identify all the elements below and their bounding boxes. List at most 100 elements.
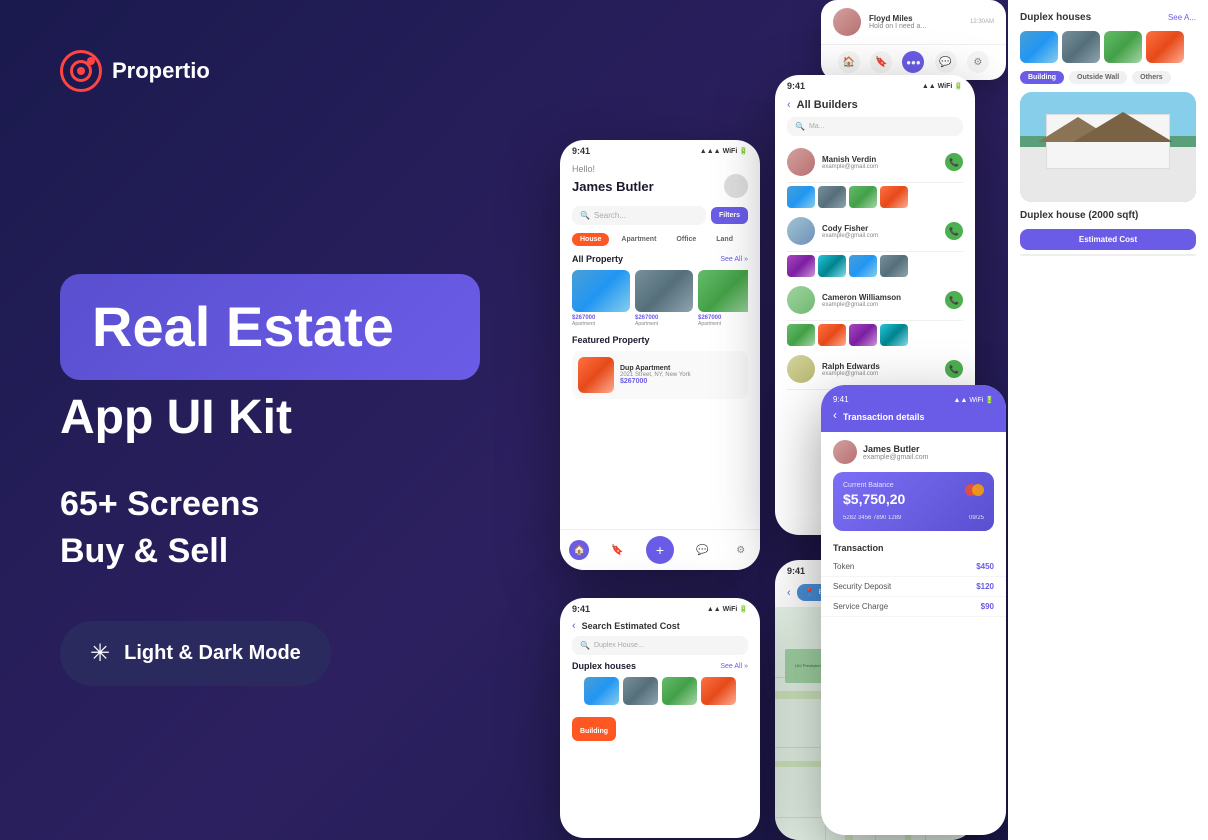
trans-label-deposit: Security Deposit (833, 582, 891, 591)
duplex-search[interactable]: 🔍 Duplex House... (572, 636, 748, 655)
call-btn-2[interactable]: 📞 (945, 222, 963, 240)
back-arrow-4[interactable]: ‹ (572, 620, 576, 632)
gear-icon[interactable]: ⚙ (731, 540, 751, 560)
builder-photos-3 (787, 324, 963, 346)
balance-label: Current Balance (843, 482, 905, 489)
mini-photo-6 (818, 255, 846, 277)
featured-card[interactable]: Dup Apartment 2021 Street, NY, New York … (572, 351, 748, 399)
builder-name-3: Cameron Williamson (822, 293, 945, 302)
trans-user-email: example@gmail.com (863, 454, 928, 461)
builder-avatar-2 (787, 217, 815, 245)
trans-value-token: $450 (976, 562, 994, 571)
trans-user: James Butler example@gmail.com (821, 432, 1006, 472)
bookmark-icon[interactable]: 🔖 (608, 540, 628, 560)
property-card-3[interactable]: $267000 Apartment (698, 270, 748, 327)
home-nav-icon[interactable]: 🏠 (838, 51, 860, 73)
chat-name: Floyd Miles (869, 14, 962, 23)
rp-property-name: Duplex house (2000 sqft) (1008, 202, 1208, 225)
builder-photos-2 (787, 255, 963, 277)
tab-others[interactable]: Others (1132, 71, 1171, 84)
home-icon[interactable]: 🏠 (569, 540, 589, 560)
bookmark-nav-icon[interactable]: 🔖 (870, 51, 892, 73)
rp-estimated-cost-btn[interactable]: Estimated Cost (1020, 229, 1196, 250)
trans-label-token: Token (833, 562, 854, 571)
prop-type-2: Apartment (635, 321, 693, 327)
mini-photo-7 (849, 255, 877, 277)
dup-thumb-1[interactable] (584, 677, 619, 705)
builders-title: All Builders (797, 99, 858, 111)
map-back-arrow[interactable]: ‹ (787, 587, 791, 599)
settings-nav-icon[interactable]: ⚙ (967, 51, 989, 73)
builder-row-4[interactable]: Ralph Edwards example@gmail.com 📞 (787, 349, 963, 390)
builder-row-1[interactable]: Manish Verdin example@gmail.com 📞 (787, 142, 963, 183)
rp-filter-tabs: Building Outside Wall Others (1008, 63, 1208, 92)
hero-subtitle: App UI Kit (60, 390, 480, 445)
featured-info: Dup Apartment 2021 Street, NY, New York … (620, 365, 742, 385)
hero-title-box: Real Estate (60, 274, 480, 380)
call-btn-3[interactable]: 📞 (945, 291, 963, 309)
message-nav-icon[interactable]: 💬 (935, 51, 957, 73)
mini-photo-11 (849, 324, 877, 346)
featured-price: $267000 (620, 378, 742, 385)
back-arrow-2[interactable]: ‹ (787, 99, 791, 111)
tab-building[interactable]: Building (1020, 71, 1064, 84)
tag-office[interactable]: Office (668, 233, 704, 246)
builders-search[interactable]: 🔍 Ma... (787, 117, 963, 136)
rp-thumb-2[interactable] (1062, 31, 1100, 63)
trans-back-arrow[interactable]: ‹ (833, 408, 837, 422)
rp-thumb-3[interactable] (1104, 31, 1142, 63)
builder-avatar-3 (787, 286, 815, 314)
mini-photo-12 (880, 324, 908, 346)
duplex-title: Duplex houses (572, 661, 636, 671)
tag-house[interactable]: House (572, 233, 609, 246)
property-card-2[interactable]: $267000 Apartment (635, 270, 693, 327)
search-box[interactable]: 🔍 Search... (572, 206, 706, 225)
dup-thumb-3[interactable] (662, 677, 697, 705)
tag-land[interactable]: Land (708, 233, 741, 246)
builder-email-2: example@gmail.com (822, 233, 945, 239)
builder-row-2[interactable]: Cody Fisher example@gmail.com 📞 (787, 211, 963, 252)
duplex-section: Duplex houses See All » Building (560, 661, 760, 741)
trans-row-service: Service Charge $90 (821, 597, 1006, 617)
dark-mode-button[interactable]: ✳ Light & Dark Mode (60, 621, 331, 686)
status-icons-2: ▲▲ WiFi 🔋 (922, 82, 963, 90)
search-icon-4: 🔍 (580, 641, 590, 650)
mini-photo-5 (787, 255, 815, 277)
status-icons-4: ▲▲ WiFi 🔋 (707, 605, 748, 613)
bottom-nav-1: 🏠 🔖 + 💬 ⚙ (560, 529, 760, 570)
dup-thumb-4[interactable] (701, 677, 736, 705)
chat-message: Hold on I need a... (869, 23, 962, 30)
location-icon: 📍 (805, 588, 815, 597)
trans-label-service: Service Charge (833, 602, 888, 611)
rp-thumb-1[interactable] (1020, 31, 1058, 63)
add-icon[interactable]: + (646, 536, 674, 564)
chat-nav-icon[interactable]: ●●● (902, 51, 924, 73)
chat-icon[interactable]: 💬 (692, 540, 712, 560)
dup-thumb-2[interactable] (623, 677, 658, 705)
builder-info-4: Ralph Edwards example@gmail.com (822, 362, 945, 377)
filter-button[interactable]: Filters (711, 207, 748, 224)
builder-name-4: Ralph Edwards (822, 362, 945, 371)
property-card-1[interactable]: $267000 Apartment (572, 270, 630, 327)
app-logo (60, 50, 102, 92)
rp-see-all[interactable]: See A... (1168, 13, 1196, 22)
builder-avatar-4 (787, 355, 815, 383)
status-time-4: 9:41 (572, 604, 590, 614)
featured-header: Featured Property (572, 335, 748, 345)
call-btn-4[interactable]: 📞 (945, 360, 963, 378)
tag-apartment[interactable]: Apartment (613, 233, 664, 246)
trans-avatar (833, 440, 857, 464)
call-btn-1[interactable]: 📞 (945, 153, 963, 171)
mini-photo-8 (880, 255, 908, 277)
builder-row-3[interactable]: Cameron Williamson example@gmail.com 📞 (787, 280, 963, 321)
hero-title: Real Estate (92, 296, 448, 358)
builder-email-4: example@gmail.com (822, 371, 945, 377)
builder-name-2: Cody Fisher (822, 224, 945, 233)
tab-outside-wall[interactable]: Outside Wall (1069, 71, 1127, 84)
card-number: 5282 3456 7890 1289 (843, 515, 901, 521)
building-tag[interactable]: Building (572, 717, 616, 741)
duplex-see-all[interactable]: See All » (720, 663, 748, 670)
rp-title: Duplex houses (1020, 12, 1091, 23)
see-all-1[interactable]: See All » (720, 256, 748, 263)
rp-thumb-4[interactable] (1146, 31, 1184, 63)
